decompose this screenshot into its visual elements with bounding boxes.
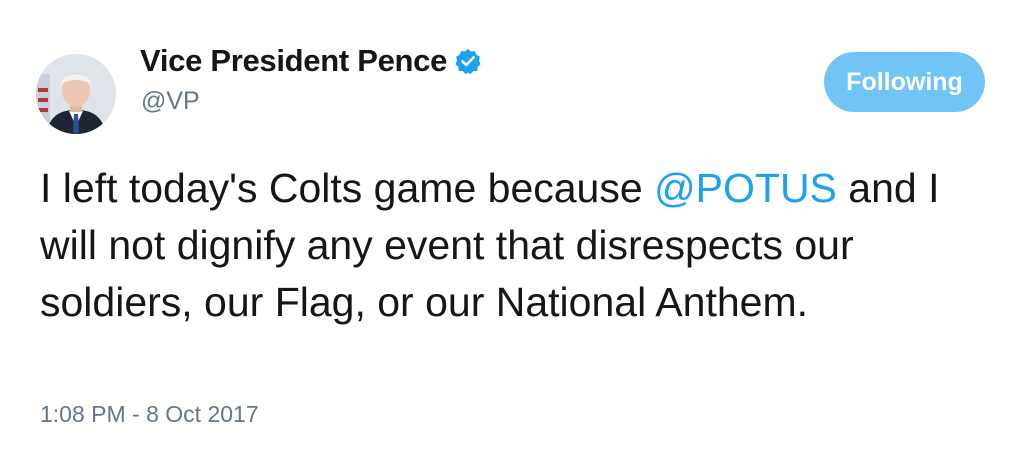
verified-badge-icon bbox=[455, 48, 481, 74]
user-handle[interactable]: @VP bbox=[141, 86, 200, 116]
tweet-text: I left today's Colts game because @POTUS… bbox=[40, 160, 1000, 331]
tweet-card: Vice President Pence @VP Following I lef… bbox=[0, 0, 1012, 450]
author-name-row[interactable]: Vice President Pence bbox=[140, 42, 481, 80]
tweet-text-part: I left today's Colts game because bbox=[40, 165, 655, 211]
mention-link[interactable]: @POTUS bbox=[654, 165, 837, 211]
tweet-timestamp[interactable]: 1:08 PM - 8 Oct 2017 bbox=[40, 399, 259, 429]
following-button[interactable]: Following bbox=[824, 52, 985, 112]
avatar[interactable] bbox=[36, 54, 116, 134]
display-name[interactable]: Vice President Pence bbox=[140, 42, 447, 80]
